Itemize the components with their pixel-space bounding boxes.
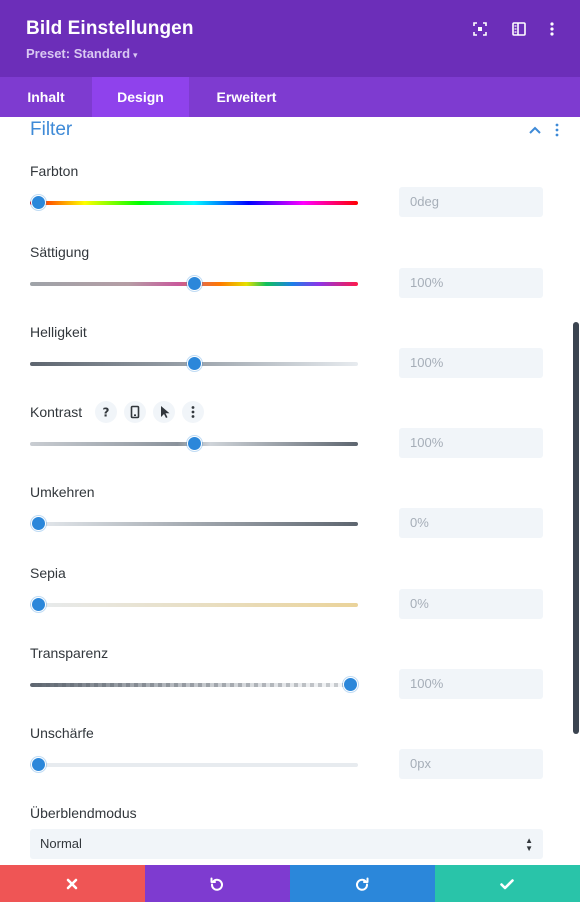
unschaerfe-slider-handle[interactable] [30,757,46,772]
undo-icon [210,877,223,891]
section-title[interactable]: Filter [30,119,72,141]
kontrast-slider-handle[interactable] [186,436,202,451]
umkehren-input[interactable]: 0% [399,508,543,538]
umkehren-slider-handle[interactable] [30,516,46,531]
transparenz-input[interactable]: 100% [399,669,543,699]
sepia-slider-handle[interactable] [30,597,46,612]
transparenz-slider[interactable] [30,683,358,687]
cursor-icon[interactable] [153,401,175,423]
footer-bar [0,865,580,902]
helligkeit-label: Helligkeit [30,324,87,340]
check-icon [500,879,514,890]
umkehren-label: Umkehren [30,484,95,500]
modal-header: Bild Einstellungen Preset: Standard ▾ [0,0,580,77]
transparenz-slider-handle[interactable] [342,677,358,692]
sepia-slider[interactable] [30,603,358,607]
tab-erweitert[interactable]: Erweitert [189,77,304,117]
tab-inhalt[interactable]: Inhalt [0,77,92,117]
svg-text:?: ? [103,406,110,420]
saettigung-label: Sättigung [30,244,90,260]
caret-down-icon: ▾ [133,50,138,60]
saettigung-slider-handle[interactable] [186,276,202,291]
preset-label: Preset: Standard [26,46,131,61]
unschaerfe-slider[interactable] [30,763,358,767]
save-button[interactable] [435,865,580,902]
tab-design[interactable]: Design [92,77,189,117]
farbton-slider[interactable] [30,201,358,205]
help-icon[interactable]: ? [95,401,117,423]
saettigung-input[interactable]: 100% [399,268,543,298]
chevron-up-icon[interactable] [527,122,543,138]
blend-mode-select[interactable]: Normal ▲ ▼ [30,829,543,859]
transparenz-label: Transparenz [30,645,109,661]
kontrast-input[interactable]: 100% [399,428,543,458]
redo-icon [356,877,369,891]
redo-button[interactable] [290,865,435,902]
select-arrows-icon: ▲ ▼ [525,836,533,853]
farbton-input[interactable]: 0deg [399,187,543,217]
helligkeit-slider-handle[interactable] [186,356,202,371]
scrollbar-thumb[interactable] [573,322,579,734]
farbton-slider-handle[interactable] [30,195,46,210]
more-vertical-icon[interactable] [182,401,204,423]
undo-button[interactable] [145,865,290,902]
modal-title: Bild Einstellungen [26,18,194,39]
close-icon [66,878,78,890]
blend-mode-value: Normal [40,836,82,851]
focus-icon[interactable] [471,20,489,38]
sepia-label: Sepia [30,565,66,581]
farbton-label: Farbton [30,163,79,179]
helligkeit-input[interactable]: 100% [399,348,543,378]
unschaerfe-input[interactable]: 0px [399,749,543,779]
unschaerfe-label: Unschärfe [30,725,94,741]
tab-bar: Inhalt Design Erweitert [0,77,580,117]
umkehren-slider[interactable] [30,522,358,526]
mobile-icon[interactable] [124,401,146,423]
more-vertical-icon[interactable] [543,20,561,38]
blend-mode-label: Überblendmodus [30,805,137,821]
sepia-input[interactable]: 0% [399,589,543,619]
more-vertical-icon[interactable] [549,122,565,138]
kontrast-label: Kontrast [30,404,83,420]
discard-button[interactable] [0,865,145,902]
preset-dropdown[interactable]: Preset: Standard ▾ [26,46,138,61]
sidebar-layout-icon[interactable] [510,20,528,38]
